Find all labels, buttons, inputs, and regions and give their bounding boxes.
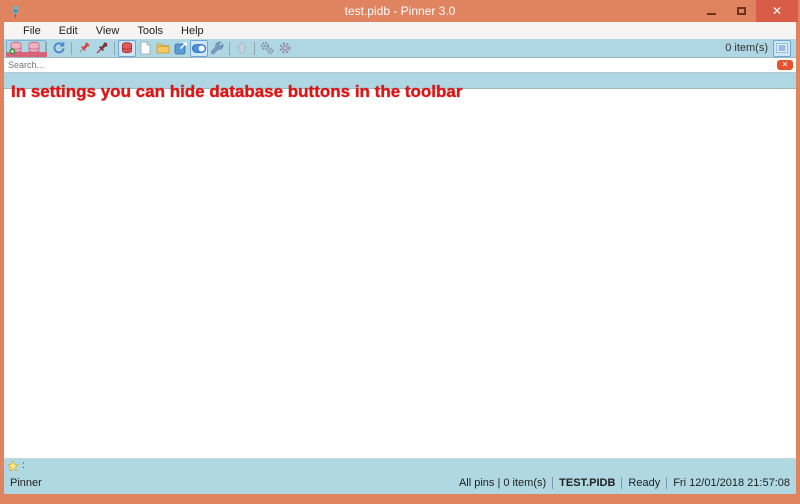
menu-bar: File Edit View Tools Help [4, 22, 796, 39]
settings-gear-icon [279, 42, 291, 54]
list-view-icon [776, 43, 788, 53]
open-folder-icon [156, 43, 170, 54]
window-bottom-border [0, 494, 800, 504]
tag-bar: : [4, 458, 796, 472]
plugins-gears-button[interactable] [258, 40, 276, 57]
database-icon [28, 41, 40, 54]
add-database-icon [9, 41, 22, 55]
pin-button[interactable] [75, 40, 93, 57]
star-icon[interactable] [7, 459, 19, 472]
toolbar-separator [229, 41, 230, 55]
up-arrow-icon [236, 41, 248, 54]
tag-label: : [22, 460, 25, 471]
status-separator [621, 477, 623, 489]
app-window: test.pidb - Pinner 3.0 ✕ File Edit View … [0, 0, 800, 504]
new-file-icon [140, 41, 151, 55]
new-file-button[interactable] [136, 40, 154, 57]
status-separator [666, 477, 668, 489]
search-clear-button[interactable]: ✕ [777, 60, 793, 70]
open-folder-button[interactable] [154, 40, 172, 57]
window-title: test.pidb - Pinner 3.0 [344, 4, 456, 18]
menu-edit[interactable]: Edit [50, 24, 87, 38]
list-view-button[interactable] [773, 39, 791, 57]
app-pin-icon [12, 5, 19, 17]
search-bar: ✕ [4, 58, 796, 73]
database-view-button[interactable] [118, 39, 136, 57]
status-app-name: Pinner [10, 477, 42, 489]
menu-help[interactable]: Help [172, 24, 213, 38]
status-bar: Pinner All pins | 0 item(s) TEST.PIDB Re… [4, 472, 796, 494]
close-button[interactable]: ✕ [756, 0, 798, 22]
settings-gear-button[interactable] [276, 40, 294, 57]
toolbar-separator [71, 41, 72, 55]
unpin-icon [96, 42, 108, 54]
refresh-icon [53, 42, 65, 54]
menu-view[interactable]: View [87, 24, 129, 38]
title-bar: test.pidb - Pinner 3.0 ✕ [0, 0, 800, 22]
menu-file[interactable]: File [14, 24, 50, 38]
toggle-switch-icon [192, 43, 206, 53]
upload-button-disabled[interactable] [233, 40, 251, 57]
item-count-label: 0 item(s) [725, 42, 768, 54]
database-view-icon [122, 42, 132, 54]
tools-wrench-button[interactable] [208, 40, 226, 57]
wrench-icon [210, 41, 224, 55]
toolbar-separator [114, 41, 115, 55]
status-pins-summary: All pins | 0 item(s) [458, 477, 547, 489]
toolbar: 0 item(s) [4, 39, 796, 58]
list-header-band [4, 73, 796, 89]
gears-icon [260, 41, 274, 55]
add-database-button[interactable] [7, 40, 25, 57]
menu-tools[interactable]: Tools [128, 24, 172, 38]
maximize-button[interactable] [726, 0, 756, 22]
unpin-button[interactable] [93, 40, 111, 57]
export-button[interactable] [172, 40, 190, 57]
pin-list-area[interactable] [4, 89, 796, 458]
status-separator [552, 477, 554, 489]
toggle-switch-button[interactable] [190, 39, 208, 57]
refresh-button[interactable] [50, 40, 68, 57]
database-button[interactable] [25, 40, 43, 57]
status-datetime: Fri 12/01/2018 21:57:08 [673, 477, 790, 489]
status-db-name: TEST.PIDB [559, 477, 616, 489]
minimize-button[interactable] [696, 0, 726, 22]
client-area: File Edit View Tools Help 0 item(s) Sear… [4, 22, 796, 494]
search-input[interactable] [4, 58, 777, 72]
toolbar-separator [254, 41, 255, 55]
export-icon [174, 42, 187, 55]
pin-icon [79, 42, 90, 53]
toolbar-separator [46, 41, 47, 55]
status-state: Ready [628, 477, 661, 489]
